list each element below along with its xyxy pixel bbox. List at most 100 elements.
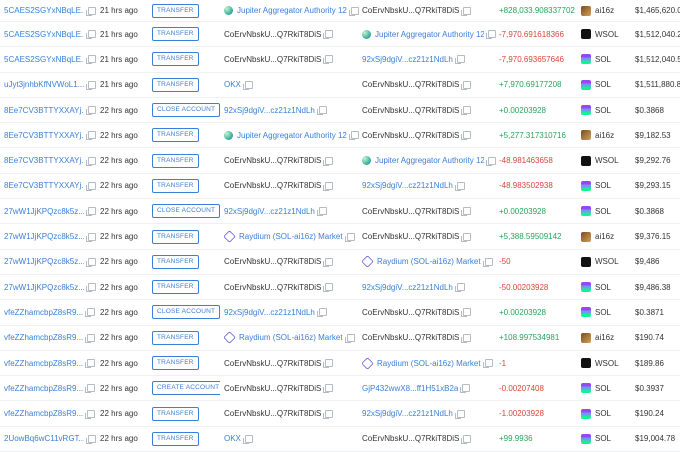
copy-icon[interactable] <box>461 106 472 116</box>
copy-icon[interactable] <box>482 359 493 368</box>
to-address[interactable]: 92xSj9dgiV...cz21z1NdLh <box>362 409 453 418</box>
to-address[interactable]: 92xSj9dgiV...cz21z1NdLh <box>362 55 453 64</box>
signature-link[interactable]: 8Ee7CV3BTTYXXAYj... <box>4 156 84 165</box>
to-address[interactable]: Raydium (SOL-ai16z) Market <box>377 359 481 368</box>
signature-link[interactable]: 27wW1JjKPQzc8k5z... <box>4 207 84 216</box>
signature-link[interactable]: vfeZZhamcbpZ8sR9... <box>4 333 83 342</box>
token-name[interactable]: WSOL <box>595 156 619 165</box>
copy-icon[interactable] <box>486 30 496 40</box>
copy-icon[interactable] <box>344 333 355 343</box>
copy-icon[interactable] <box>316 106 327 116</box>
copy-icon[interactable] <box>454 55 465 65</box>
copy-icon[interactable] <box>482 257 493 267</box>
token-name[interactable]: WSOL <box>595 257 619 266</box>
token-name[interactable]: ai16z <box>595 131 614 140</box>
copy-icon[interactable] <box>86 106 96 116</box>
copy-icon[interactable] <box>348 131 359 141</box>
copy-icon[interactable] <box>316 308 327 318</box>
token-name[interactable]: ai16z <box>595 232 614 241</box>
copy-icon[interactable] <box>85 333 96 343</box>
from-address[interactable]: Jupiter Aggregator Authority 12 <box>237 6 347 15</box>
copy-icon[interactable] <box>461 232 472 242</box>
copy-icon[interactable] <box>454 409 465 419</box>
token-name[interactable]: SOL <box>595 80 611 89</box>
copy-icon[interactable] <box>85 409 96 419</box>
to-address[interactable]: Jupiter Aggregator Authority 12 <box>375 156 484 165</box>
copy-icon[interactable] <box>86 283 96 293</box>
signature-link[interactable]: 27wW1JjKPQzc8k5z... <box>4 257 84 266</box>
token-name[interactable]: SOL <box>595 384 611 393</box>
token-name[interactable]: SOL <box>595 283 611 292</box>
from-address[interactable]: 92xSj9dgiV...cz21z1NdLh <box>224 308 315 317</box>
token-name[interactable]: SOL <box>595 308 611 317</box>
token-name[interactable]: SOL <box>595 55 611 64</box>
copy-icon[interactable] <box>461 308 472 318</box>
from-address[interactable]: 92xSj9dgiV...cz21z1NdLh <box>224 207 315 216</box>
token-name[interactable]: WSOL <box>595 30 619 39</box>
copy-icon[interactable] <box>461 6 472 16</box>
signature-link[interactable]: 2UowBq6wC11vRGT... <box>4 434 84 443</box>
signature-link[interactable]: uJyt3jnhbKfNVWoL1... <box>4 80 84 89</box>
from-address[interactable]: Jupiter Aggregator Authority 12 <box>237 131 347 140</box>
signature-link[interactable]: vfeZZhamcbpZ8sR9... <box>4 384 83 393</box>
token-name[interactable]: SOL <box>595 409 611 418</box>
signature-link[interactable]: 5CAES2SGYxNBqLE... <box>4 6 84 15</box>
copy-icon[interactable] <box>323 359 334 368</box>
token-name[interactable]: SOL <box>595 106 611 115</box>
copy-icon[interactable] <box>461 333 472 343</box>
copy-icon[interactable] <box>323 30 334 40</box>
copy-icon[interactable] <box>486 156 496 166</box>
from-address[interactable]: Raydium (SOL-ai16z) Market <box>239 232 343 241</box>
token-name[interactable]: WSOL <box>595 359 619 368</box>
copy-icon[interactable] <box>85 359 96 368</box>
copy-icon[interactable] <box>460 384 471 394</box>
copy-icon[interactable] <box>344 232 355 242</box>
copy-icon[interactable] <box>242 80 253 90</box>
copy-icon[interactable] <box>85 308 96 318</box>
copy-icon[interactable] <box>454 181 465 191</box>
copy-icon[interactable] <box>242 434 253 444</box>
copy-icon[interactable] <box>86 55 96 65</box>
signature-link[interactable]: 5CAES2SGYxNBqLE... <box>4 30 84 39</box>
copy-icon[interactable] <box>86 156 96 166</box>
copy-icon[interactable] <box>86 6 96 16</box>
copy-icon[interactable] <box>323 55 334 65</box>
copy-icon[interactable] <box>86 80 96 90</box>
token-name[interactable]: ai16z <box>595 6 614 15</box>
copy-icon[interactable] <box>461 80 472 90</box>
from-address[interactable]: Raydium (SOL-ai16z) Market <box>239 333 343 342</box>
copy-icon[interactable] <box>323 156 334 166</box>
token-name[interactable]: SOL <box>595 181 611 190</box>
copy-icon[interactable] <box>323 409 334 419</box>
copy-icon[interactable] <box>323 283 334 293</box>
copy-icon[interactable] <box>86 232 96 242</box>
copy-icon[interactable] <box>86 207 96 217</box>
signature-link[interactable]: 5CAES2SGYxNBqLE... <box>4 55 84 64</box>
signature-link[interactable]: 8Ee7CV3BTTYXXAYj... <box>4 131 84 140</box>
signature-link[interactable]: 27wW1JjKPQzc8k5z... <box>4 232 84 241</box>
to-address[interactable]: GjP432wwX8...ff1H51xB2a <box>362 384 458 393</box>
copy-icon[interactable] <box>86 30 96 40</box>
copy-icon[interactable] <box>461 207 472 217</box>
from-address[interactable]: 92xSj9dgiV...cz21z1NdLh <box>224 106 315 115</box>
signature-link[interactable]: vfeZZhamcbpZ8sR9... <box>4 409 83 418</box>
copy-icon[interactable] <box>86 181 96 191</box>
copy-icon[interactable] <box>461 131 472 141</box>
copy-icon[interactable] <box>316 207 327 217</box>
token-name[interactable]: SOL <box>595 207 611 216</box>
from-address[interactable]: OKX <box>224 434 241 443</box>
copy-icon[interactable] <box>85 384 96 394</box>
copy-icon[interactable] <box>323 181 334 191</box>
copy-icon[interactable] <box>454 283 465 293</box>
token-name[interactable]: ai16z <box>595 333 614 342</box>
copy-icon[interactable] <box>86 257 96 267</box>
to-address[interactable]: Raydium (SOL-ai16z) Market <box>377 257 481 266</box>
copy-icon[interactable] <box>323 384 334 394</box>
to-address[interactable]: 92xSj9dgiV...cz21z1NdLh <box>362 283 453 292</box>
signature-link[interactable]: 27wW1JjKPQzc8k5z... <box>4 283 84 292</box>
copy-icon[interactable] <box>86 434 96 444</box>
to-address[interactable]: 92xSj9dgiV...cz21z1NdLh <box>362 181 453 190</box>
copy-icon[interactable] <box>348 6 359 16</box>
copy-icon[interactable] <box>323 257 334 267</box>
signature-link[interactable]: vfeZZhamcbpZ8sR9... <box>4 359 83 368</box>
